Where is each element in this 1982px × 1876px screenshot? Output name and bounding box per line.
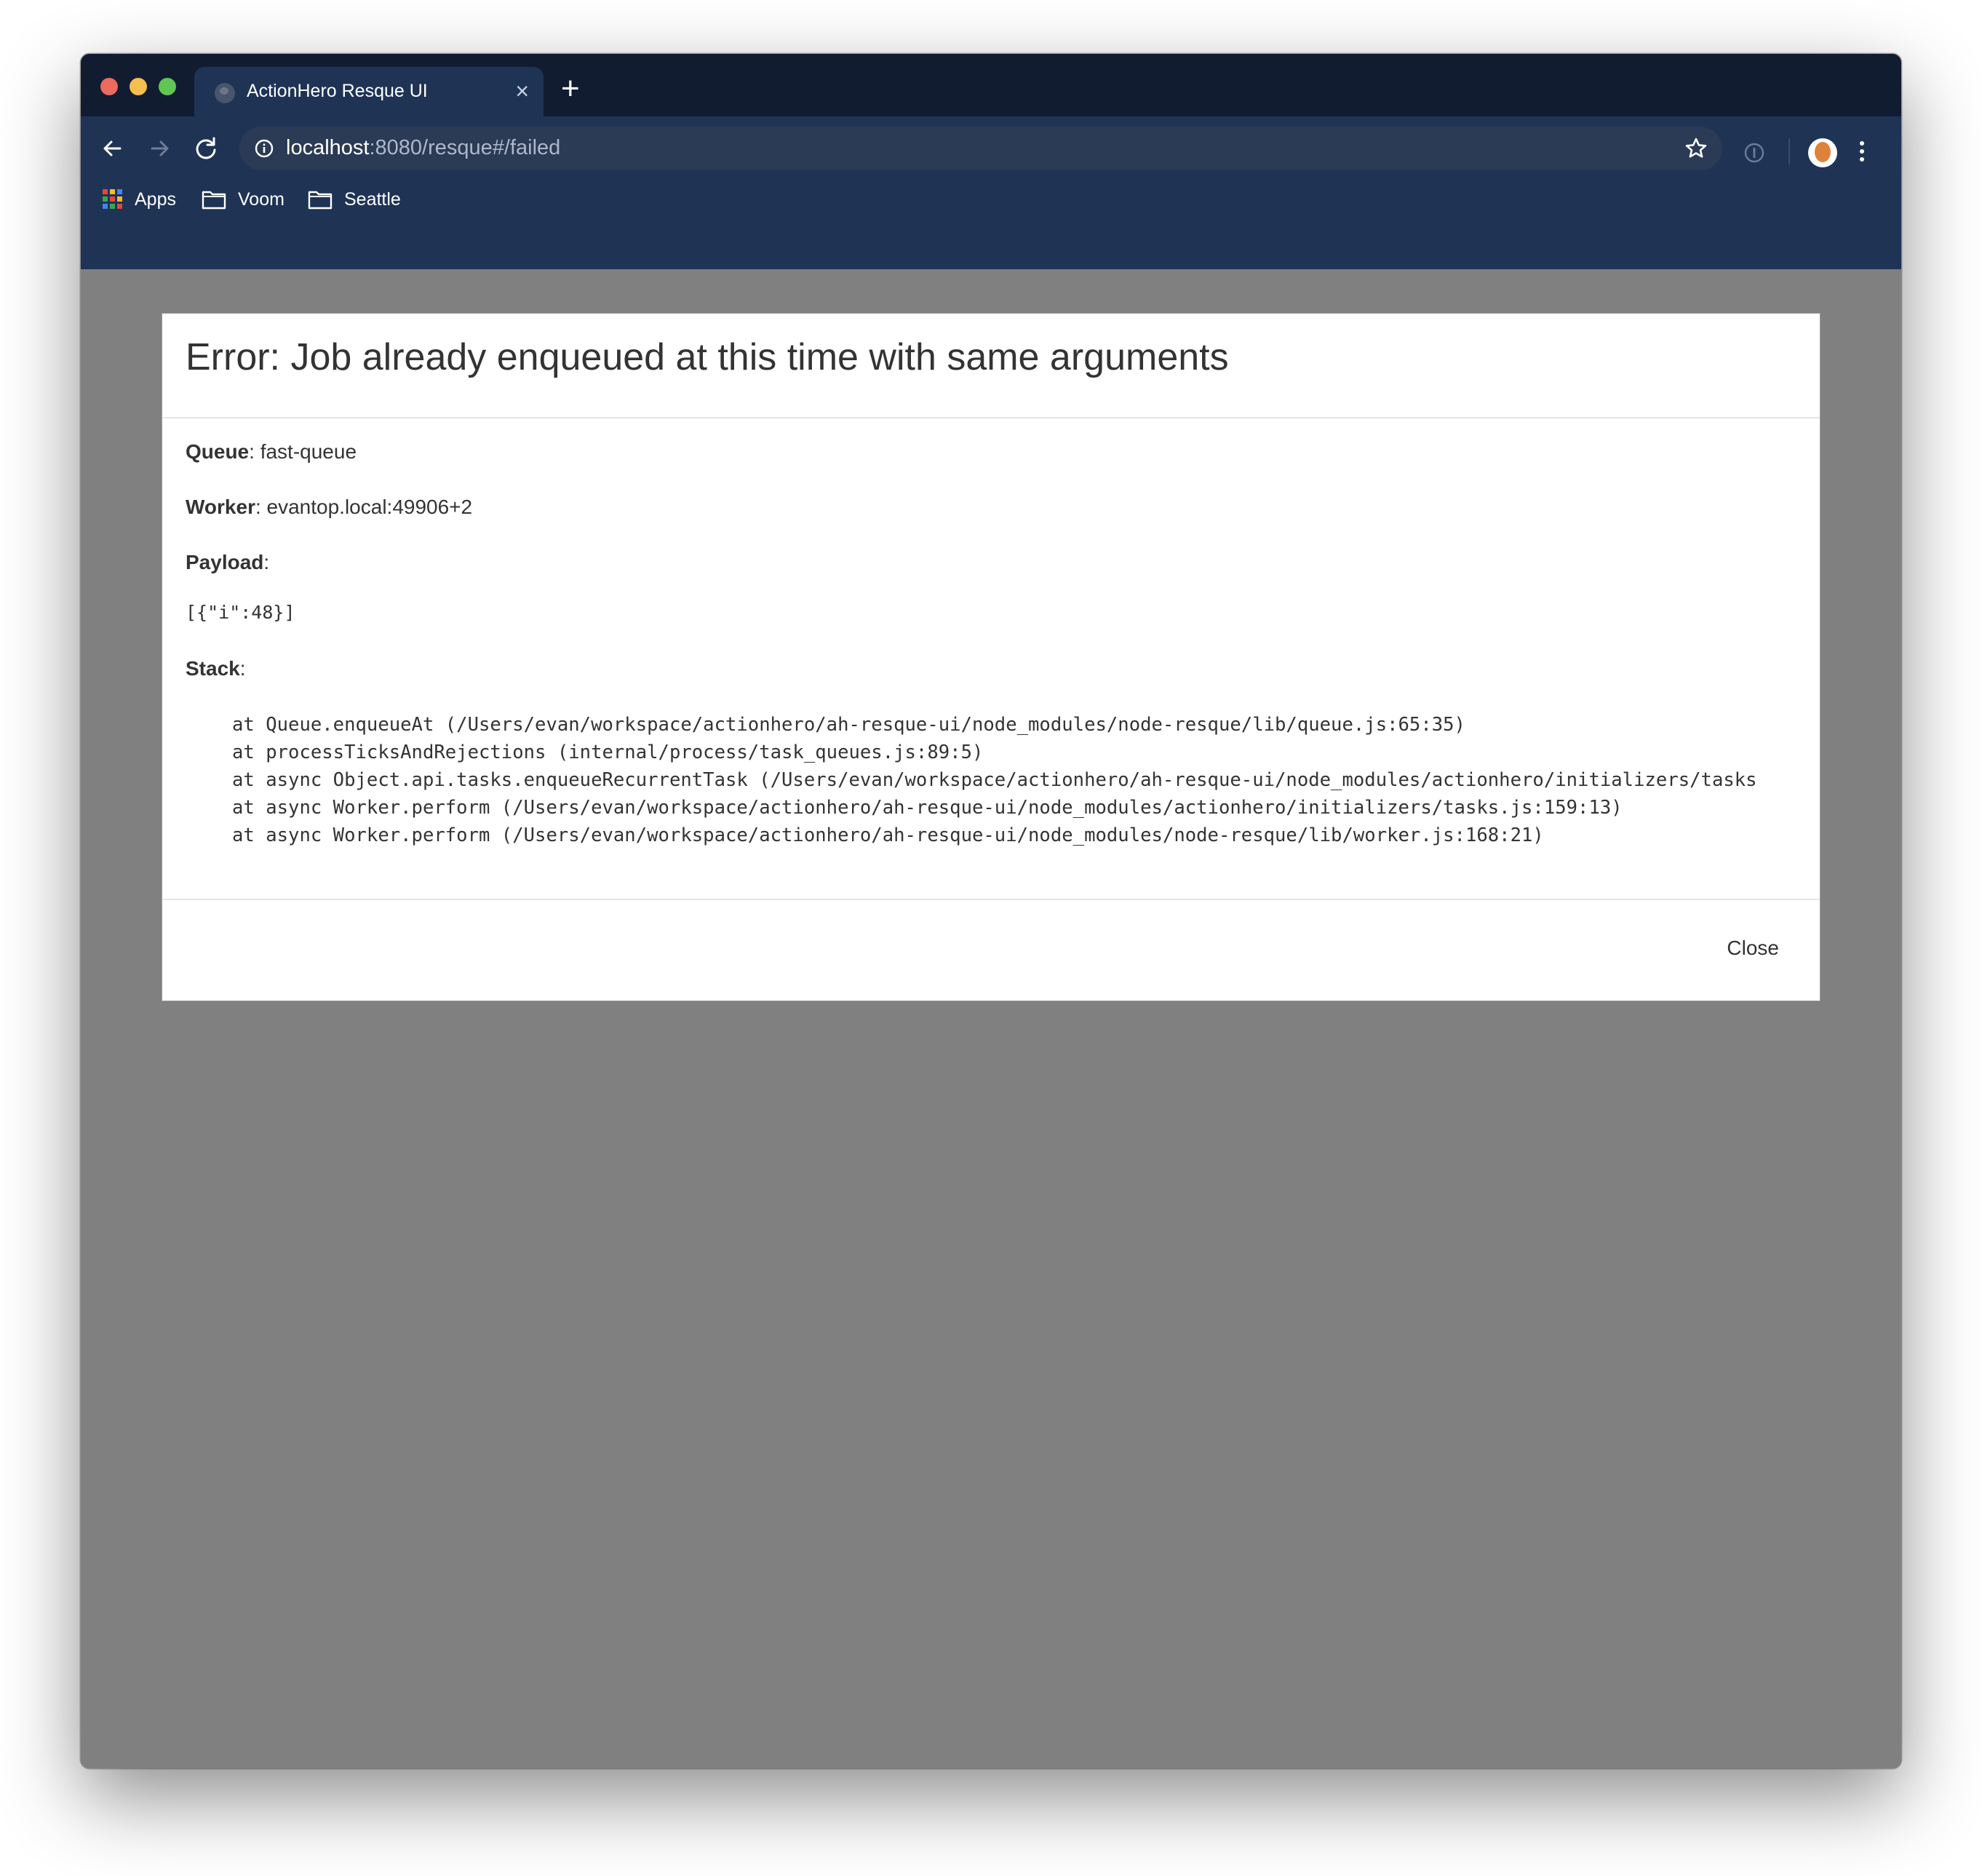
stack-line: at async Object.api.tasks.enqueueRecurre… bbox=[232, 769, 1757, 791]
apps-grid-icon bbox=[103, 189, 123, 210]
close-tab-icon[interactable]: × bbox=[515, 78, 529, 104]
stack-line: at async Worker.perform (/Users/evan/wor… bbox=[232, 797, 1623, 819]
globe-icon bbox=[215, 83, 235, 103]
worker-value: evantop.local:49906+2 bbox=[266, 496, 473, 518]
payload-label: Payload bbox=[186, 551, 264, 573]
bookmark-voom[interactable]: Voom bbox=[202, 186, 284, 212]
worker-field: Worker: evantop.local:49906+2 bbox=[186, 496, 472, 519]
address-bar[interactable]: localhost:8080/resque#/failed bbox=[239, 127, 1722, 170]
bookmark-label: Seattle bbox=[344, 188, 401, 210]
browser-tab[interactable]: ActionHero Resque UI × bbox=[194, 67, 544, 116]
url-path: :8080/resque#/failed bbox=[369, 136, 561, 159]
modal-footer: Close bbox=[162, 899, 1820, 1002]
stack-line: at Queue.enqueueAt (/Users/evan/workspac… bbox=[232, 714, 1465, 736]
more-options-icon[interactable] bbox=[1856, 137, 1868, 166]
window-close-button[interactable] bbox=[100, 78, 118, 95]
bookmark-label: Apps bbox=[135, 188, 176, 210]
window-maximize-button[interactable] bbox=[159, 78, 176, 95]
bookmark-star-icon[interactable] bbox=[1683, 135, 1709, 162]
stack-label: Stack bbox=[186, 657, 240, 680]
payload-field: Payload: bbox=[186, 551, 269, 574]
extension-icon[interactable] bbox=[1743, 141, 1766, 164]
bookmark-label: Voom bbox=[238, 188, 284, 210]
label-separator: : bbox=[255, 496, 261, 518]
url-text: localhost:8080/resque#/failed bbox=[286, 136, 560, 160]
reload-icon[interactable] bbox=[190, 132, 222, 164]
browser-window: ActionHero Resque UI × + localhost:8080/… bbox=[81, 54, 1901, 1768]
stack-line: at async Worker.perform (/Users/evan/wor… bbox=[232, 824, 1544, 846]
error-modal: Error: Job already enqueued at this time… bbox=[162, 313, 1820, 1001]
queue-value: fast-queue bbox=[260, 440, 357, 463]
modal-title: Error: Job already enqueued at this time… bbox=[186, 336, 1229, 378]
back-arrow-icon[interactable] bbox=[97, 132, 129, 164]
bookmark-apps[interactable]: Apps bbox=[103, 186, 176, 212]
worker-label: Worker bbox=[186, 496, 255, 518]
profile-avatar[interactable] bbox=[1808, 138, 1837, 167]
close-button[interactable]: Close bbox=[1727, 937, 1779, 960]
tab-title: ActionHero Resque UI bbox=[247, 81, 428, 101]
info-icon[interactable] bbox=[254, 138, 274, 159]
folder-icon bbox=[308, 191, 333, 210]
stack-trace: at Queue.enqueueAt (/Users/evan/workspac… bbox=[232, 711, 1826, 849]
label-separator: : bbox=[239, 657, 246, 680]
bookmark-seattle[interactable]: Seattle bbox=[308, 186, 401, 212]
forward-arrow-icon[interactable] bbox=[143, 132, 175, 164]
folder-icon bbox=[202, 191, 226, 210]
stack-line: at processTicksAndRejections (internal/p… bbox=[232, 742, 984, 763]
tab-strip: ActionHero Resque UI × + bbox=[81, 54, 1901, 116]
stack-field: Stack: bbox=[186, 657, 246, 680]
queue-field: Queue: fast-queue bbox=[186, 440, 357, 464]
toolbar-divider bbox=[1788, 138, 1790, 164]
label-separator: : bbox=[249, 440, 255, 463]
browser-toolbar: localhost:8080/resque#/failed Apps Voom … bbox=[81, 116, 1901, 269]
window-minimize-button[interactable] bbox=[130, 78, 147, 95]
new-tab-button[interactable]: + bbox=[561, 73, 580, 105]
modal-header: Error: Job already enqueued at this time… bbox=[162, 314, 1820, 418]
url-host: localhost bbox=[286, 136, 370, 159]
modal-backdrop[interactable]: Error: Job already enqueued at this time… bbox=[81, 269, 1901, 1768]
label-separator: : bbox=[263, 551, 270, 573]
payload-value: [{"i":48}] bbox=[186, 602, 295, 623]
queue-label: Queue bbox=[186, 440, 250, 463]
bookmarks-bar: Apps Voom Seattle bbox=[81, 180, 1901, 218]
